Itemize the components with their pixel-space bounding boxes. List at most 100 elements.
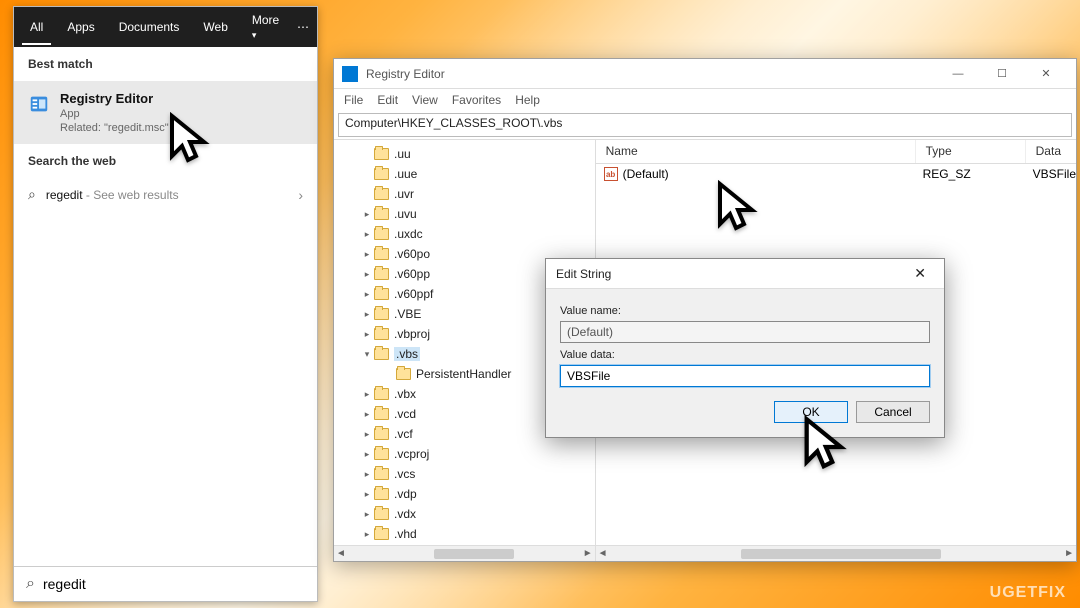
expand-icon[interactable]: ▸ <box>362 409 372 420</box>
expand-icon[interactable]: ▸ <box>362 449 372 460</box>
menu-view[interactable]: View <box>412 93 438 107</box>
menu-help[interactable]: Help <box>515 93 540 107</box>
best-match-header: Best match <box>14 47 317 81</box>
tree-item-label: .uue <box>394 167 417 181</box>
horizontal-scrollbar[interactable]: ◄► <box>596 545 1076 561</box>
expand-icon[interactable]: ▸ <box>362 249 372 260</box>
tree-item-label: PersistentHandler <box>416 367 511 381</box>
value-data-input[interactable] <box>560 365 930 387</box>
collapse-icon[interactable]: ▾ <box>362 349 372 360</box>
tree-item[interactable]: ▸ .vdp <box>362 484 595 504</box>
web-result-regedit[interactable]: ⌕ regedit - See web results › <box>14 178 317 211</box>
scrollbar-thumb[interactable] <box>741 549 941 559</box>
result-body: Registry Editor App Related: "regedit.ms… <box>60 91 303 134</box>
value-name-input[interactable] <box>560 321 930 343</box>
address-bar[interactable]: Computer\HKEY_CLASSES_ROOT\.vbs <box>338 113 1072 137</box>
folder-icon <box>374 528 389 540</box>
scroll-right-icon[interactable]: ► <box>583 548 593 559</box>
folder-icon <box>374 188 389 200</box>
expand-icon[interactable]: ▸ <box>362 389 372 400</box>
tree-item-label: .vbx <box>394 387 416 401</box>
cell-type: REG_SZ <box>923 167 1033 181</box>
expand-icon[interactable]: ▸ <box>362 509 372 520</box>
string-value-icon: ab <box>604 167 618 181</box>
dialog-titlebar[interactable]: Edit String ✕ <box>546 259 944 289</box>
tree-item[interactable]: ▸.vcproj <box>362 444 595 464</box>
tab-documents[interactable]: Documents <box>111 9 188 45</box>
tab-more-label: More <box>252 13 279 27</box>
column-name[interactable]: Name <box>596 140 916 163</box>
listview-row-default[interactable]: ab (Default) REG_SZ VBSFile <box>596 164 1076 184</box>
tree-item[interactable]: ▸.vdx <box>362 504 595 524</box>
tab-all[interactable]: All <box>22 9 51 45</box>
tree-item[interactable]: ▸.vcs <box>362 464 595 484</box>
ok-button[interactable]: OK <box>774 401 848 423</box>
tree-item-label: .vbproj <box>394 327 430 341</box>
tree-item-label: .uvr <box>394 187 414 201</box>
result-related: Related: "regedit.msc" <box>60 122 303 134</box>
expand-icon[interactable]: ▸ <box>362 229 372 240</box>
scroll-right-icon[interactable]: ► <box>1064 548 1074 559</box>
folder-icon <box>374 168 389 180</box>
close-button[interactable]: ✕ <box>1024 60 1068 88</box>
expand-icon[interactable]: ▸ <box>362 269 372 280</box>
tree-item[interactable]: .uu <box>362 144 595 164</box>
expand-icon[interactable]: ▸ <box>362 529 372 540</box>
cell-data: VBSFile <box>1033 167 1076 181</box>
tree-item[interactable]: .uvr <box>362 184 595 204</box>
tree-item[interactable]: ▸.uxdc <box>362 224 595 244</box>
regedit-window-icon <box>342 66 358 82</box>
dialog-buttons: OK Cancel <box>560 401 930 423</box>
tab-web[interactable]: Web <box>195 9 235 45</box>
folder-icon <box>374 288 389 300</box>
dialog-body: Value name: Value data: OK Cancel <box>546 289 944 437</box>
search-icon: ⌕ <box>28 186 36 203</box>
minimize-button[interactable]: — <box>936 60 980 88</box>
tree-item-label: .vdp <box>394 487 417 501</box>
tree-item-label: .VBE <box>394 307 421 321</box>
dialog-close-button[interactable]: ✕ <box>906 261 934 286</box>
tab-apps[interactable]: Apps <box>59 9 102 45</box>
tree-item[interactable]: ▸.vhd <box>362 524 595 544</box>
search-box[interactable]: ⌕ <box>14 566 317 601</box>
scrollbar-thumb[interactable] <box>434 549 514 559</box>
column-type[interactable]: Type <box>916 140 1026 163</box>
expand-icon[interactable]: ▸ <box>362 469 372 480</box>
more-options-icon[interactable]: ⋯ <box>297 20 309 34</box>
tree-item[interactable]: ▸.uvu <box>362 204 595 224</box>
value-data-label: Value data: <box>560 349 930 361</box>
column-data[interactable]: Data <box>1026 140 1076 163</box>
scroll-left-icon[interactable]: ◄ <box>336 548 346 559</box>
tab-more[interactable]: More ▾ <box>244 2 289 52</box>
cancel-button[interactable]: Cancel <box>856 401 930 423</box>
tree-item-label: .v60ppf <box>394 287 433 301</box>
start-search-panel: All Apps Documents Web More ▾ ⋯ Best mat… <box>13 6 318 602</box>
expand-icon[interactable]: ▸ <box>362 289 372 300</box>
expand-icon[interactable]: ▸ <box>362 209 372 220</box>
menu-favorites[interactable]: Favorites <box>452 93 501 107</box>
folder-icon <box>374 508 389 520</box>
expand-icon[interactable]: ▸ <box>362 429 372 440</box>
result-registry-editor[interactable]: Registry Editor App Related: "regedit.ms… <box>14 81 317 144</box>
menu-file[interactable]: File <box>344 93 363 107</box>
folder-icon <box>374 228 389 240</box>
result-title: Registry Editor <box>60 91 303 106</box>
expand-icon[interactable]: ▸ <box>362 309 372 320</box>
expand-icon[interactable]: ▸ <box>362 489 372 500</box>
folder-icon <box>374 328 389 340</box>
horizontal-scrollbar[interactable]: ◄► <box>334 545 595 561</box>
web-result-text: regedit - See web results <box>46 188 179 202</box>
expand-icon[interactable]: ▸ <box>362 329 372 340</box>
maximize-button[interactable]: ☐ <box>980 60 1024 88</box>
folder-icon <box>374 388 389 400</box>
folder-icon <box>374 408 389 420</box>
titlebar[interactable]: Registry Editor — ☐ ✕ <box>334 59 1076 89</box>
tree-item-label: .uu <box>394 147 411 161</box>
menu-edit[interactable]: Edit <box>377 93 398 107</box>
folder-icon <box>374 468 389 480</box>
regedit-app-icon <box>28 93 50 115</box>
result-subtitle: App <box>60 108 303 120</box>
scroll-left-icon[interactable]: ◄ <box>598 548 608 559</box>
tree-item[interactable]: .uue <box>362 164 595 184</box>
search-input[interactable] <box>43 576 305 592</box>
